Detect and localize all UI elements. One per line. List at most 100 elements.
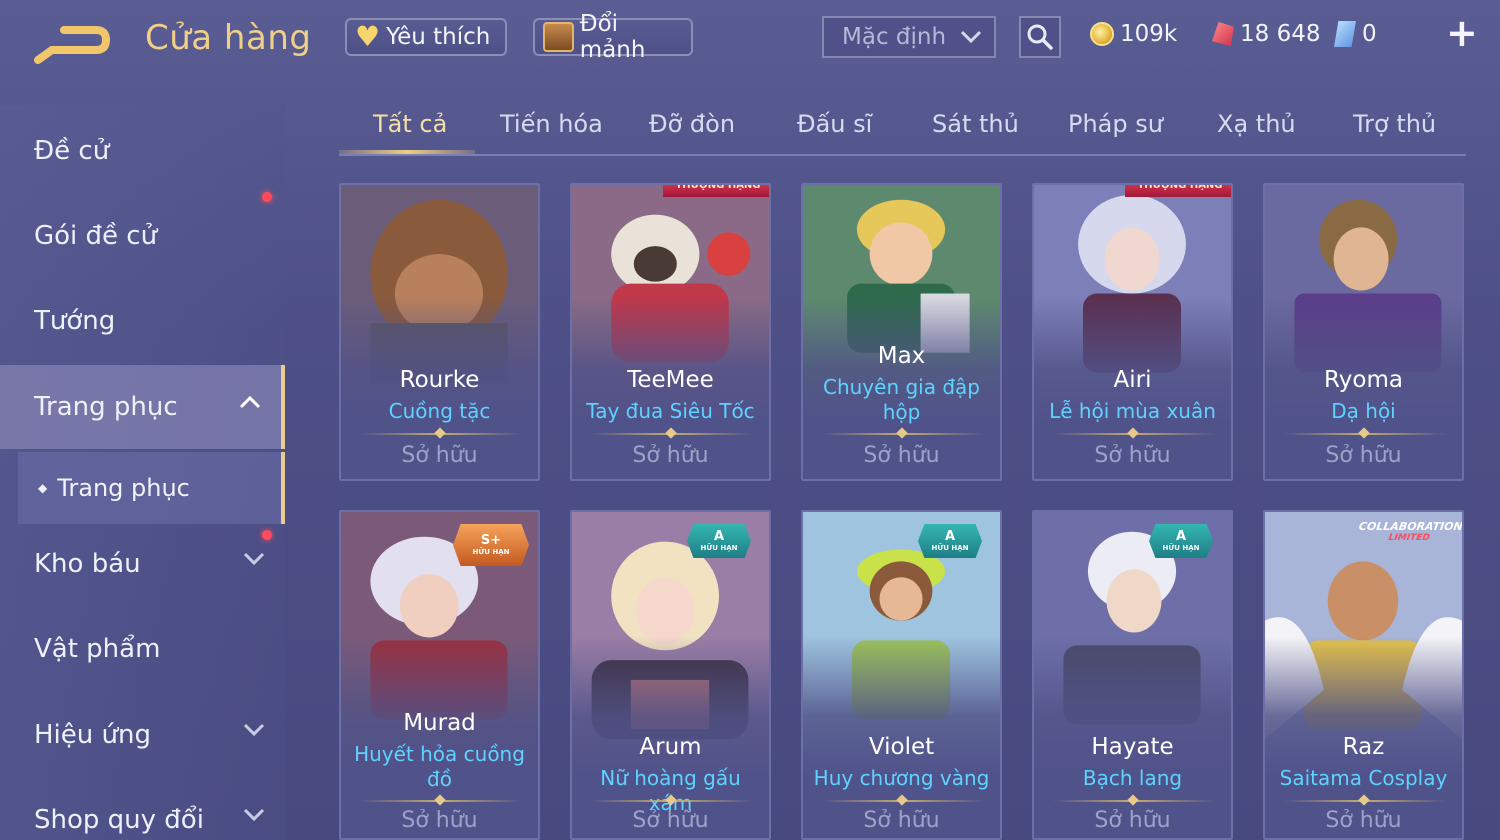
- sidebar-item-items[interactable]: Vật phẩm: [0, 607, 285, 691]
- sidebar-item-recommended[interactable]: Đề cử: [0, 109, 285, 193]
- category-tabs: Tất cả Tiến hóa Đỡ đòn Đấu sĩ Sát thủ Ph…: [339, 100, 1466, 156]
- premium-ribbon: THƯỢNG HẠNG: [1125, 185, 1231, 197]
- hero-name: Raz: [1342, 734, 1385, 760]
- skin-name: Saitama Cosplay: [1279, 766, 1448, 790]
- tab-tank[interactable]: Đỡ đòn: [649, 110, 735, 138]
- ruby-amount: 18 648: [1240, 21, 1321, 47]
- hero-name: Murad: [403, 710, 476, 736]
- sidebar-item-bundles[interactable]: Gói đề cử: [0, 192, 285, 278]
- divider: [821, 800, 984, 802]
- gold-coin-icon: [1090, 22, 1114, 46]
- sort-value: Mặc định: [842, 24, 947, 50]
- sidebar-item-exchange-shop[interactable]: Shop quy đổi: [0, 778, 285, 840]
- owned-status: Sở hữu: [863, 443, 940, 468]
- chevron-down-icon: [243, 723, 265, 737]
- sidebar-item-treasure[interactable]: Kho báu: [0, 522, 285, 606]
- rank-badge: A HỮU HẠN: [1149, 524, 1213, 558]
- chevron-down-icon: [243, 552, 265, 566]
- sidebar-item-label: Vật phẩm: [34, 634, 161, 664]
- page-title: Cửa hàng: [145, 18, 312, 58]
- skin-card[interactable]: THƯỢNG HẠNG Airi Lễ hội mùa xuân Sở hữu: [1032, 183, 1233, 481]
- collaboration-badge: COLLABORATION LIMITED: [1357, 520, 1464, 543]
- sort-dropdown[interactable]: Mặc định: [822, 16, 996, 58]
- rank-badge: A HỮU HẠN: [918, 524, 982, 558]
- divider: [821, 433, 984, 435]
- sidebar-item-label: Hiệu ứng: [34, 720, 151, 750]
- owned-status: Sở hữu: [1094, 808, 1171, 833]
- skin-name: Lễ hội mùa xuân: [1049, 399, 1216, 423]
- exchange-fragments-button[interactable]: Đổi mảnh: [533, 11, 693, 63]
- owned-status: Sở hữu: [1325, 443, 1402, 468]
- sidebar-item-skins[interactable]: Trang phục: [0, 365, 285, 449]
- sidebar-subitem-label: Trang phục: [57, 474, 190, 502]
- voucher-icon: [1334, 21, 1356, 47]
- divider: [590, 433, 753, 435]
- sidebar-item-label: Kho báu: [34, 549, 141, 579]
- hero-name: Rourke: [399, 367, 480, 393]
- search-icon: [1027, 24, 1053, 50]
- search-button[interactable]: [1019, 16, 1061, 58]
- hero-name: Ryoma: [1324, 367, 1403, 393]
- rank-badge: A HỮU HẠN: [687, 524, 751, 558]
- sidebar-item-heroes[interactable]: Tướng: [0, 279, 285, 363]
- ruby-currency: 18 648: [1212, 18, 1320, 50]
- skin-card[interactable]: S+ HỮU HẠN Murad Huyết hỏa cuồng đồ Sở h…: [339, 510, 540, 840]
- sidebar-subitem-skins[interactable]: ◆ Trang phục: [18, 452, 285, 524]
- tab-support[interactable]: Trợ thủ: [1353, 110, 1436, 138]
- voucher-currency: 0: [1334, 18, 1377, 50]
- ruby-icon: [1212, 22, 1234, 46]
- skin-card[interactable]: THƯỢNG HẠNG TeeMee Tay đua Siêu Tốc Sở h…: [570, 183, 771, 481]
- skin-card[interactable]: A HỮU HẠN Violet Huy chương vàng Sở hữu: [801, 510, 1002, 840]
- gold-currency: 109k: [1090, 18, 1177, 50]
- divider: [1052, 433, 1215, 435]
- notification-dot: [262, 530, 272, 540]
- owned-status: Sở hữu: [1325, 808, 1402, 833]
- skin-grid: Rourke Cuồng tặc Sở hữu THƯỢNG HẠNG TeeM…: [339, 183, 1469, 840]
- skin-name: Tay đua Siêu Tốc: [586, 399, 755, 423]
- tab-assassin[interactable]: Sát thủ: [932, 110, 1019, 138]
- chest-icon: [543, 22, 574, 52]
- owned-status: Sở hữu: [632, 808, 709, 833]
- sidebar-item-effects[interactable]: Hiệu ứng: [0, 693, 285, 777]
- back-arrow-icon[interactable]: [34, 22, 114, 64]
- favorites-label: Yêu thích: [386, 24, 491, 50]
- tab-mage[interactable]: Pháp sư: [1068, 110, 1163, 138]
- tab-evolution[interactable]: Tiến hóa: [500, 110, 603, 138]
- owned-status: Sở hữu: [1094, 443, 1171, 468]
- sidebar-item-label: Tướng: [34, 306, 116, 336]
- skin-name: Chuyên gia đập hộp: [822, 375, 980, 424]
- skin-name: Cuồng tặc: [388, 399, 491, 423]
- owned-status: Sở hữu: [632, 443, 709, 468]
- skin-card[interactable]: A HỮU HẠN Hayate Bạch lang Sở hữu: [1032, 510, 1233, 840]
- hero-name: Airi: [1113, 367, 1152, 393]
- divider: [1052, 800, 1215, 802]
- sidebar: Đề cử Gói đề cử Tướng Trang phục ◆ Trang…: [0, 105, 285, 840]
- hero-name: Hayate: [1091, 734, 1174, 760]
- chevron-up-icon: [239, 395, 261, 409]
- heart-icon: ♥: [355, 20, 381, 53]
- sidebar-item-label: Đề cử: [34, 136, 110, 166]
- skin-card[interactable]: Ryoma Dạ hội Sở hữu: [1263, 183, 1464, 481]
- hero-name: Arum: [639, 734, 702, 760]
- favorites-button[interactable]: ♥ Yêu thích: [345, 18, 507, 56]
- voucher-amount: 0: [1362, 21, 1377, 47]
- skin-card[interactable]: Max Chuyên gia đập hộp Sở hữu: [801, 183, 1002, 481]
- hero-name: TeeMee: [627, 367, 714, 393]
- divider: [1283, 433, 1446, 435]
- tab-marksman[interactable]: Xạ thủ: [1217, 110, 1296, 138]
- owned-status: Sở hữu: [863, 808, 940, 833]
- hero-name: Violet: [868, 734, 935, 760]
- exchange-label: Đổi mảnh: [579, 11, 646, 63]
- divider: [359, 800, 522, 802]
- tab-fighter[interactable]: Đấu sĩ: [797, 110, 872, 138]
- chevron-down-icon: [243, 808, 265, 822]
- owned-status: Sở hữu: [401, 443, 478, 468]
- skin-card[interactable]: A HỮU HẠN Arum Nữ hoàng gấu xám Sở hữu: [570, 510, 771, 840]
- skin-card[interactable]: Rourke Cuồng tặc Sở hữu: [339, 183, 540, 481]
- chevron-down-icon: [960, 30, 982, 44]
- skin-name: Huy chương vàng: [813, 766, 990, 790]
- premium-ribbon: THƯỢNG HẠNG: [663, 185, 769, 197]
- skin-card[interactable]: COLLABORATION LIMITED Raz Saitama Cospla…: [1263, 510, 1464, 840]
- add-currency-button[interactable]: +: [1446, 14, 1478, 52]
- tab-all[interactable]: Tất cả: [373, 110, 447, 138]
